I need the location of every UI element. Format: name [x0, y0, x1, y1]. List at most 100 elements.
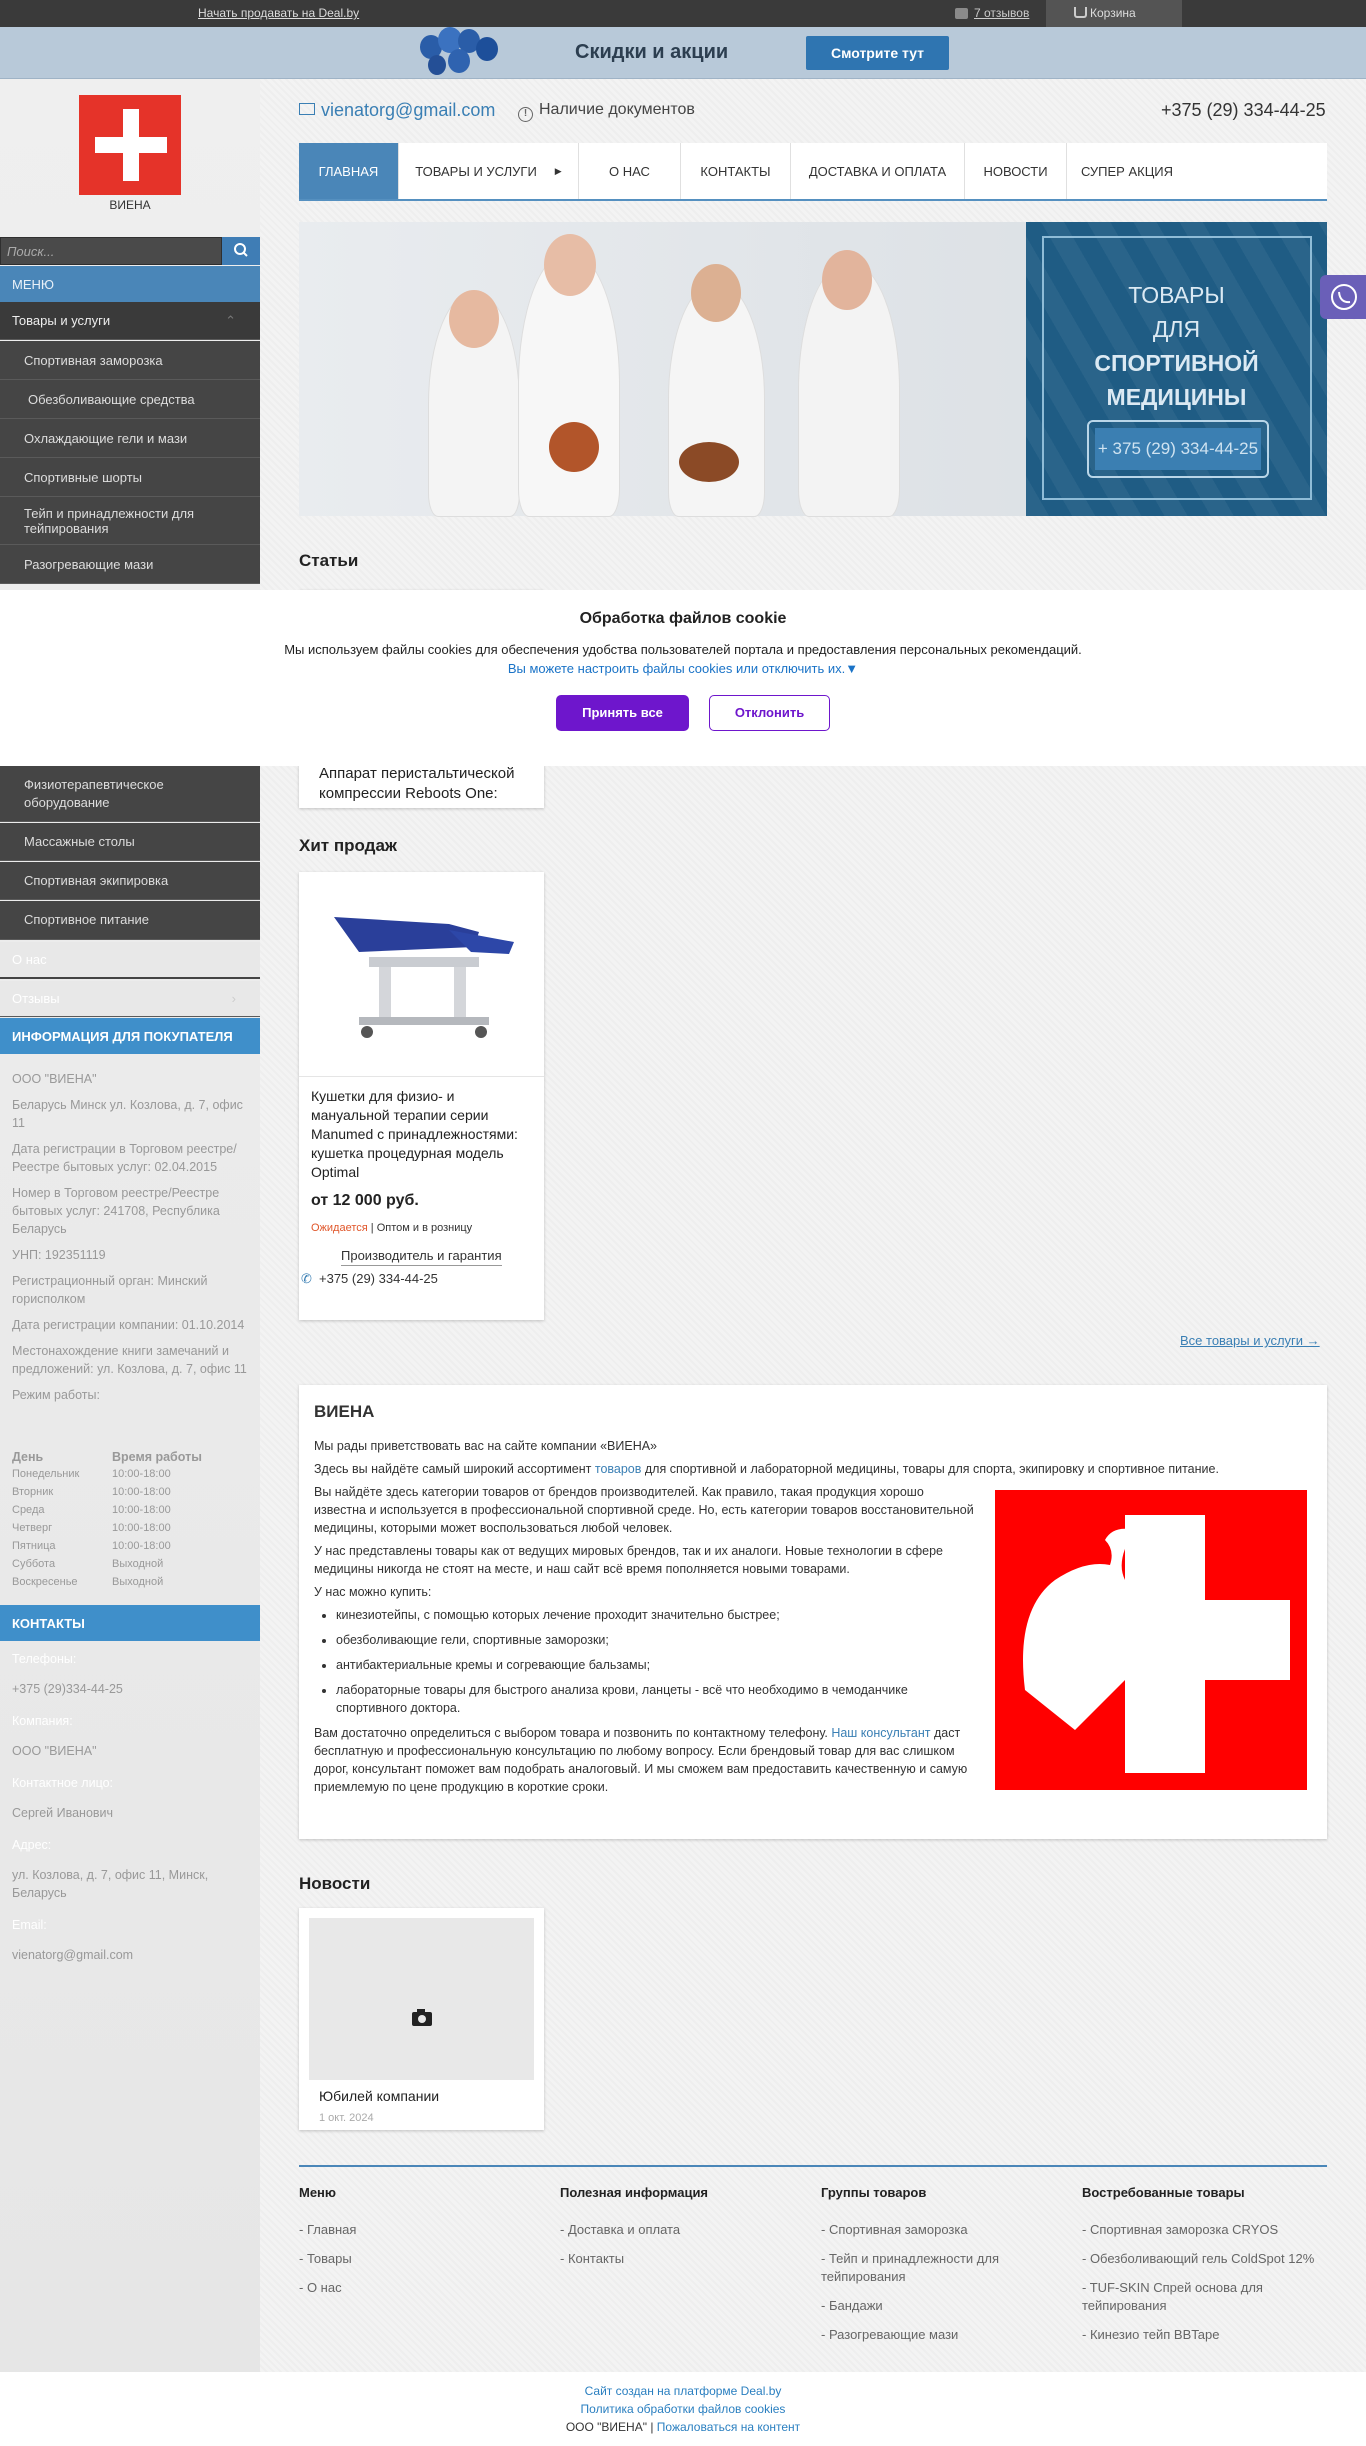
email-link[interactable]: vienatorg@gmail.com [299, 100, 495, 121]
top-bar: Начать продавать на Deal.by 7 отзывов Ко… [0, 0, 1366, 27]
sidebar-category[interactable]: Тейп и принадлежности для тейпирования [0, 497, 260, 545]
sidebar-goods-toggle[interactable]: Товары и услуги ⌃ [0, 302, 260, 340]
maker-warranty-link[interactable]: Производитель и гарантия [341, 1248, 502, 1266]
cookie-accept-button[interactable]: Принять все [556, 695, 689, 731]
all-goods-link[interactable]: Все товары и услуги → [1180, 1333, 1320, 1348]
sidebar-contacts: Телефоны: +375 (29)334-44-25 Компания: ООО … [12, 1650, 248, 1978]
sidebar-goods-label: Товары и услуги [12, 313, 111, 328]
goods-link[interactable]: товаров [595, 1462, 642, 1476]
cart-icon [1074, 7, 1087, 18]
about-p4: У нас представлены товары как от ведущих… [314, 1544, 944, 1576]
schedule-row: Суббота Выходной [12, 1558, 248, 1576]
footer-link[interactable]: - Главная [299, 2221, 544, 2239]
footer-link[interactable]: - Доставка и оплата [560, 2221, 805, 2239]
cookie-policy-link[interactable]: Политика обработки файлов cookies [581, 2402, 786, 2416]
nav-super-sale[interactable]: СУПЕР АКЦИЯ [1067, 143, 1187, 199]
footer-divider [299, 2165, 1327, 2167]
buyer-info-line: Беларусь Минск ул. Козлова, д. 7, офис 1… [12, 1098, 243, 1130]
nav-about[interactable]: О НАС [579, 143, 681, 199]
sidebar-category[interactable]: Спортивная заморозка [0, 341, 260, 380]
cookie-decline-button[interactable]: Отклонить [709, 695, 830, 731]
sidebar-item-about[interactable]: О нас [0, 942, 260, 979]
sidebar-category[interactable]: Разогревающие мази [0, 545, 260, 584]
banner-line2: ДЛЯ [1152, 316, 1201, 342]
nav-goods-label: ТОВАРЫ И УСЛУГИ [415, 163, 537, 179]
footer-link[interactable]: - Товары [299, 2250, 544, 2268]
product-card[interactable]: Кушетки для физио- и мануальной терапии … [299, 872, 544, 1320]
schedule-day: Суббота [12, 1558, 56, 1570]
footer-link[interactable]: - О нас [299, 2279, 544, 2297]
news-title: Новости [299, 1874, 371, 1893]
start-selling-link[interactable]: Начать продавать на Deal.by [198, 6, 359, 20]
buyer-info-line: ООО "ВИЕНА" [12, 1072, 97, 1086]
nav-delivery[interactable]: ДОСТАВКА И ОПЛАТА [791, 143, 965, 199]
news-card[interactable]: Юбилей компании 1 окт. 2024 [299, 1908, 544, 2130]
product-phone[interactable]: ✆ +375 (29) 334-44-25 [301, 1271, 438, 1286]
reviews-link[interactable]: 7 отзывов [955, 6, 1029, 20]
promo-button[interactable]: Смотрите тут [806, 36, 949, 70]
complain-link[interactable]: Пожаловаться на контент [657, 2420, 800, 2434]
viber-button[interactable] [1320, 275, 1366, 319]
footer-link[interactable]: - Спортивная заморозка [821, 2221, 1066, 2239]
bottom-bar: Сайт создан на платформе Deal.by Политик… [0, 2372, 1366, 2446]
footer-link[interactable]: - Обезболивающий гель ColdSpot 12% [1082, 2250, 1327, 2268]
nav-goods[interactable]: ТОВАРЫ И УСЛУГИ ▶ [399, 143, 579, 199]
cart-button[interactable]: Корзина [1046, 0, 1182, 27]
documents-link[interactable]: ! Наличие документов [518, 101, 695, 122]
footer-link[interactable]: - Кинезио тейп BBTape [1082, 2326, 1327, 2344]
company-name: ВИЕНА [109, 198, 151, 212]
schedule-row: Пятница 10:00-18:00 [12, 1540, 248, 1558]
nav-contacts[interactable]: КОНТАКТЫ [681, 143, 791, 199]
status-expected: Ожидается [311, 1222, 368, 1234]
schedule-day: Воскресенье [12, 1576, 78, 1588]
footer-link[interactable]: - Спортивная заморозка CRYOS [1082, 2221, 1327, 2239]
about-list-item: лабораторные товары для быстрого анализа… [336, 1681, 979, 1717]
contact-value: Сергей Иванович [12, 1806, 114, 1820]
footer-link[interactable]: - TUF-SKIN Спрей основа для тейпирования [1082, 2279, 1327, 2315]
sidebar-category[interactable]: Спортивная экипировка [0, 862, 260, 900]
sidebar-category[interactable]: Обезболивающие средства [0, 380, 260, 419]
footer-column: Меню - Главная - Товары - О нас [299, 2185, 544, 2308]
nav-news[interactable]: НОВОСТИ [965, 143, 1067, 199]
sidebar-category[interactable]: Спортивное питание [0, 901, 260, 940]
search-box: Поиск... [0, 237, 260, 265]
news-name[interactable]: Юбилей компании [319, 2088, 439, 2104]
banner-line3: СПОРТИВНОЙ МЕДИЦИНЫ [1094, 350, 1259, 410]
footer-link[interactable]: - Тейп и принадлежности для тейпирования [821, 2250, 1066, 2286]
footer-link[interactable]: - Разогревающие мази [821, 2326, 1066, 2344]
platform-link[interactable]: Сайт создан на платформе Deal.by [585, 2384, 782, 2398]
info-icon: ! [518, 107, 533, 122]
contact-value[interactable]: vienatorg@gmail.com [12, 1946, 248, 1964]
schedule-table: День Время работы Понедельник 10:00-18:00 В… [12, 1450, 248, 1594]
schedule-row: Среда 10:00-18:00 [12, 1504, 248, 1522]
footer-separator: | [646, 2420, 657, 2434]
sidebar-category[interactable]: Физиотерапевтическое оборудование [0, 766, 260, 822]
hero-banner[interactable]: ТОВАРЫ ДЛЯ СПОРТИВНОЙ МЕДИЦИНЫ + 375 (29) … [299, 222, 1327, 516]
footer-link[interactable]: - Контакты [560, 2250, 805, 2268]
about-logo-image [995, 1490, 1307, 1790]
caret-right-icon: ▶ [554, 165, 562, 176]
news-image-placeholder[interactable] [309, 1918, 534, 2080]
search-input[interactable]: Поиск... [0, 237, 222, 265]
product-image[interactable] [299, 872, 544, 1077]
footer-link[interactable]: - Бандажи [821, 2297, 1066, 2315]
menu-header[interactable]: МЕНЮ [0, 266, 260, 302]
buyer-info-line: Местонахождение книги замечаний и предло… [12, 1344, 247, 1376]
sidebar-category[interactable]: Массажные столы [0, 823, 260, 861]
company-logo[interactable] [79, 95, 181, 195]
about-p1: Мы рады приветствовать вас на сайте комп… [314, 1439, 658, 1453]
nav-home[interactable]: ГЛАВНАЯ [299, 143, 399, 199]
product-name[interactable]: Кушетки для физио- и мануальной терапии … [311, 1087, 536, 1182]
sidebar-item-reviews[interactable]: Отзывы › [0, 981, 260, 1017]
header-phone[interactable]: +375 (29) 334-44-25 [1161, 100, 1326, 121]
sidebar-category[interactable]: Охлаждающие гели и мази [0, 419, 260, 458]
banner-line1: ТОВАРЫ [1128, 282, 1225, 308]
schedule-day: Среда [12, 1504, 45, 1516]
consultant-link[interactable]: Наш консультант [831, 1726, 930, 1740]
footer-column-title: Группы товаров [821, 2185, 927, 2200]
about-p3: Вы найдёте здесь категории товаров от бр… [314, 1485, 974, 1535]
search-button[interactable] [222, 237, 260, 265]
sidebar-category[interactable]: Спортивные шорты [0, 458, 260, 497]
schedule-time: Выходной [112, 1558, 164, 1570]
cookie-settings-link[interactable]: Вы можете настроить файлы cookies или от… [0, 661, 1366, 676]
